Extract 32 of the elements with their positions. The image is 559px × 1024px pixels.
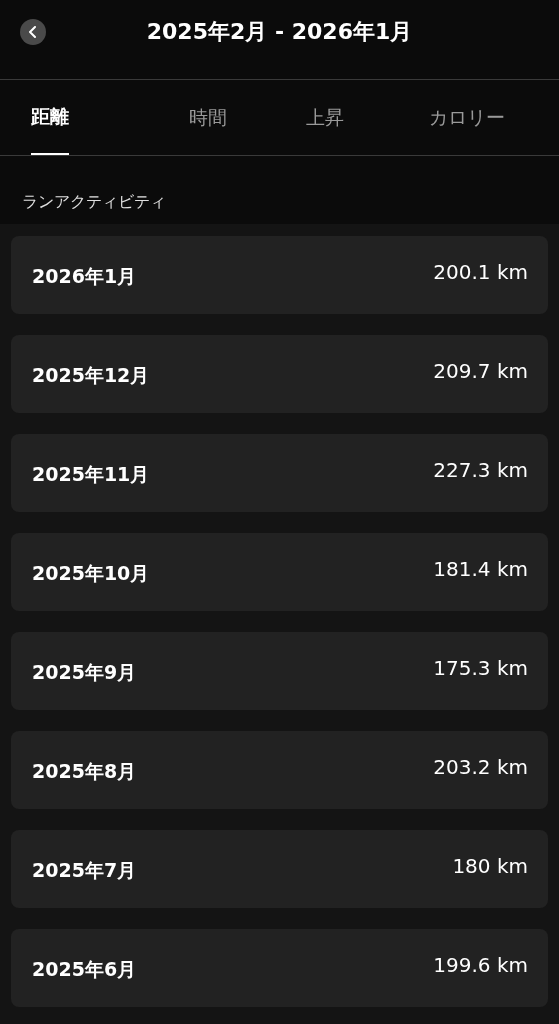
distance-value: 227.3 km [433,457,528,484]
month-label: 2025年6月 [32,956,137,982]
month-card[interactable]: 2025年10月 181.4 km [11,533,548,611]
distance-value: 200.1 km [433,259,528,286]
month-card[interactable]: 2025年12月 209.7 km [11,335,548,413]
distance-value: 181.4 km [433,556,528,583]
month-label: 2025年8月 [32,758,137,784]
month-label: 2025年9月 [32,659,137,685]
distance-value: 175.3 km [433,655,528,682]
month-label: 2025年7月 [32,857,137,883]
month-card[interactable]: 2025年11月 227.3 km [11,434,548,512]
month-label: 2026年1月 [32,263,137,289]
tab[interactable]: 距離 [10,80,149,155]
section-title: ランアクティビティ [22,191,166,213]
month-card[interactable]: 2025年8月 203.2 km [11,731,548,809]
distance-value: 203.2 km [433,754,528,781]
header-title: 2025年2月 - 2026年1月 [146,18,413,46]
distance-value: 199.6 km [433,952,528,979]
month-label: 2025年11月 [32,461,150,487]
distance-value: 209.7 km [433,358,528,385]
back-icon [28,26,38,38]
back-button[interactable] [20,19,46,45]
tab[interactable]: 時間 [148,80,267,155]
month-card[interactable]: 2026年1月 200.1 km [11,236,548,314]
tab[interactable]: 上昇 [266,80,385,155]
month-card[interactable]: 2025年6月 199.6 km [11,929,548,1007]
month-label: 2025年10月 [32,560,150,586]
distance-value: 180 km [452,853,528,880]
tab[interactable]: カロリー [384,80,549,155]
month-card[interactable]: 2025年9月 175.3 km [11,632,548,710]
month-card[interactable]: 2025年7月 180 km [11,830,548,908]
month-label: 2025年12月 [32,362,150,388]
